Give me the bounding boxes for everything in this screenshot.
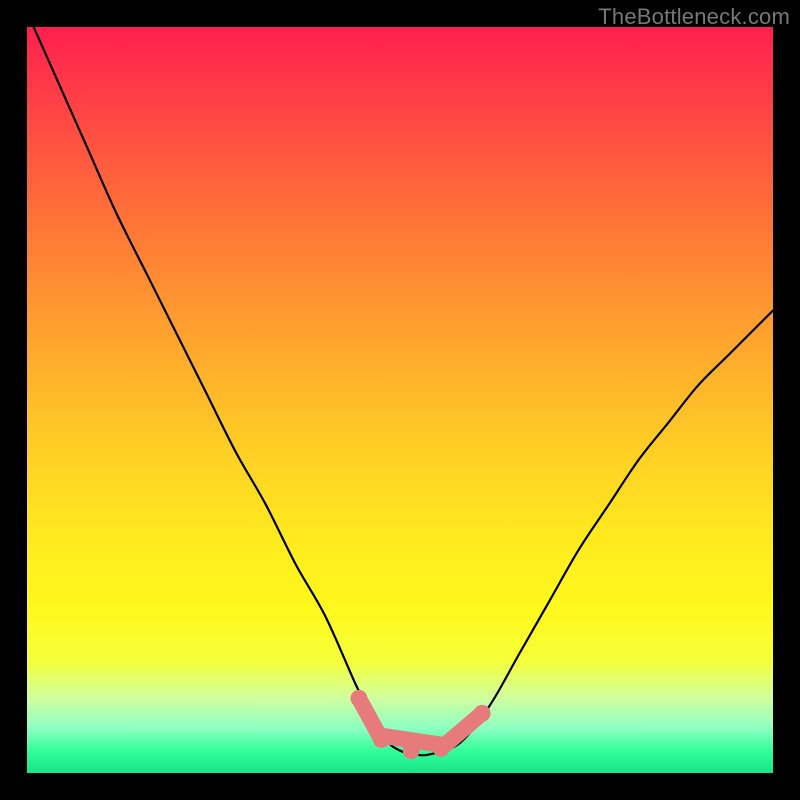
chart-plot-area — [27, 27, 773, 773]
chart-svg — [27, 27, 773, 773]
marker-mid-a — [373, 731, 390, 748]
chart-frame: TheBottleneck.com — [0, 0, 800, 800]
bottleneck-curve — [27, 12, 773, 755]
marker-left — [350, 690, 367, 707]
marker-group — [350, 690, 490, 759]
marker-mid-b — [403, 742, 420, 759]
watermark-text: TheBottleneck.com — [598, 4, 790, 30]
marker-right — [474, 705, 491, 722]
marker-mid-c — [433, 740, 450, 757]
